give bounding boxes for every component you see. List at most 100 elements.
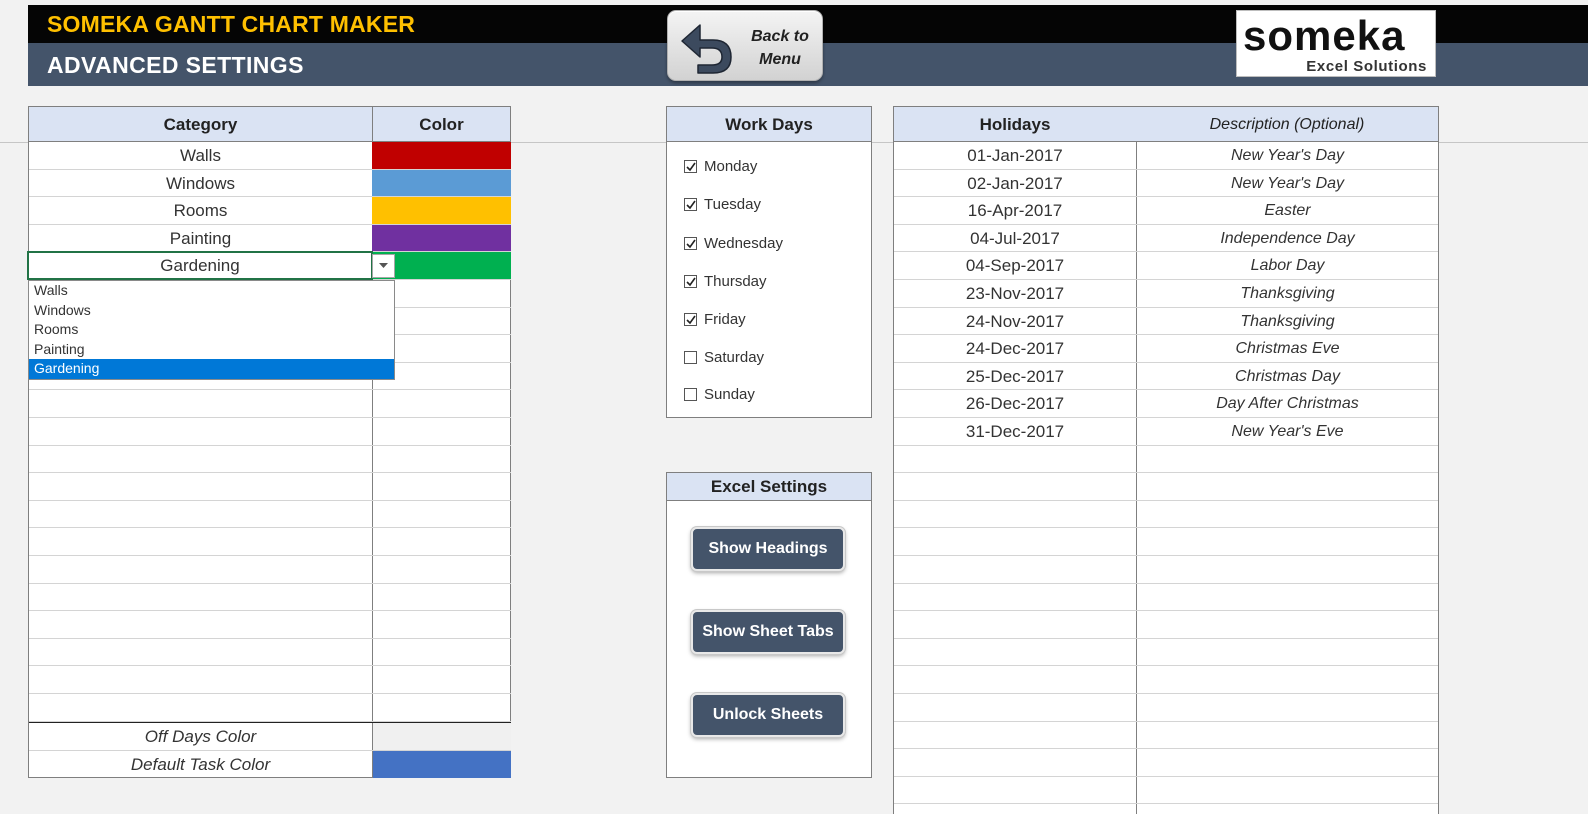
unlock-sheets-button[interactable]: Unlock Sheets (691, 693, 845, 737)
holiday-description-cell[interactable]: Thanksgiving (1137, 280, 1438, 307)
holiday-description-cell[interactable] (1137, 501, 1438, 528)
dropdown-option[interactable]: Windows (29, 301, 394, 321)
category-cell[interactable]: Painting (29, 225, 372, 252)
dropdown-option[interactable]: Gardening (29, 359, 394, 379)
category-cell[interactable] (29, 694, 372, 721)
category-cell[interactable]: Windows (29, 170, 372, 197)
color-cell[interactable] (372, 611, 511, 638)
holiday-date-cell[interactable]: 23-Nov-2017 (894, 280, 1136, 307)
category-cell[interactable] (29, 556, 372, 583)
holiday-description-cell[interactable] (1137, 446, 1438, 473)
holiday-description-cell[interactable] (1137, 804, 1438, 814)
category-cell[interactable]: Rooms (29, 197, 372, 224)
color-cell[interactable] (372, 446, 511, 473)
holiday-date-cell[interactable]: 31-Dec-2017 (894, 418, 1136, 445)
holiday-date-cell[interactable] (894, 694, 1136, 721)
holiday-date-cell[interactable]: 25-Dec-2017 (894, 363, 1136, 390)
dropdown-option[interactable]: Rooms (29, 320, 394, 340)
holiday-date-cell[interactable] (894, 584, 1136, 611)
holiday-date-cell[interactable]: 01-Jan-2017 (894, 142, 1136, 169)
holiday-date-cell[interactable] (894, 501, 1136, 528)
back-to-menu-button[interactable]: Back to Menu (667, 10, 823, 81)
holiday-description-cell[interactable]: Independence Day (1137, 225, 1438, 252)
holiday-description-cell[interactable]: New Year's Day (1137, 142, 1438, 169)
checkbox[interactable] (684, 237, 697, 250)
category-cell[interactable] (29, 528, 372, 555)
off-days-color-swatch[interactable] (372, 723, 511, 750)
color-cell[interactable] (372, 390, 511, 417)
holiday-description-cell[interactable] (1137, 473, 1438, 500)
category-cell[interactable] (29, 501, 372, 528)
holiday-description-cell[interactable] (1137, 777, 1438, 804)
color-cell[interactable] (372, 639, 511, 666)
checkbox[interactable] (684, 275, 697, 288)
someka-logo[interactable]: someka Excel Solutions (1236, 10, 1436, 77)
holiday-date-cell[interactable] (894, 722, 1136, 749)
holiday-date-cell[interactable]: 02-Jan-2017 (894, 170, 1136, 197)
holiday-date-cell[interactable] (894, 666, 1136, 693)
category-cell[interactable] (29, 473, 372, 500)
holiday-date-cell[interactable] (894, 749, 1136, 776)
holiday-description-cell[interactable] (1137, 584, 1438, 611)
holiday-date-cell[interactable]: 04-Jul-2017 (894, 225, 1136, 252)
holiday-date-cell[interactable] (894, 639, 1136, 666)
holiday-date-cell[interactable] (894, 804, 1136, 814)
dropdown-toggle[interactable] (372, 254, 395, 278)
holiday-date-cell[interactable] (894, 556, 1136, 583)
color-cell[interactable] (372, 197, 511, 224)
color-cell[interactable] (372, 142, 511, 169)
category-cell[interactable] (29, 446, 372, 473)
holiday-date-cell[interactable]: 24-Nov-2017 (894, 308, 1136, 335)
holiday-description-cell[interactable] (1137, 749, 1438, 776)
checkbox[interactable] (684, 351, 697, 364)
holiday-description-cell[interactable]: Christmas Eve (1137, 335, 1438, 362)
checkbox[interactable] (684, 313, 697, 326)
holiday-date-cell[interactable] (894, 777, 1136, 804)
category-cell[interactable] (29, 390, 372, 417)
category-cell[interactable] (29, 639, 372, 666)
checkbox[interactable] (684, 198, 697, 211)
holiday-date-cell[interactable]: 24-Dec-2017 (894, 335, 1136, 362)
default-task-color-swatch[interactable] (372, 750, 511, 778)
holiday-description-cell[interactable]: Christmas Day (1137, 363, 1438, 390)
holiday-description-cell[interactable]: Easter (1137, 197, 1438, 224)
category-cell[interactable] (29, 666, 372, 693)
holiday-description-cell[interactable] (1137, 694, 1438, 721)
checkbox[interactable] (684, 388, 697, 401)
color-cell[interactable] (372, 418, 511, 445)
show-sheet-tabs-button[interactable]: Show Sheet Tabs (691, 610, 845, 654)
dropdown-option[interactable]: Walls (29, 281, 394, 301)
holiday-description-cell[interactable] (1137, 722, 1438, 749)
holiday-description-cell[interactable] (1137, 639, 1438, 666)
holiday-date-cell[interactable] (894, 446, 1136, 473)
color-cell[interactable] (372, 528, 511, 555)
holiday-date-cell[interactable]: 26-Dec-2017 (894, 390, 1136, 417)
holiday-description-cell[interactable]: New Year's Day (1137, 170, 1438, 197)
holiday-date-cell[interactable]: 16-Apr-2017 (894, 197, 1136, 224)
color-cell[interactable] (372, 224, 511, 252)
show-headings-button[interactable]: Show Headings (691, 527, 845, 571)
holiday-description-cell[interactable] (1137, 556, 1438, 583)
holiday-description-cell[interactable]: Thanksgiving (1137, 308, 1438, 335)
category-dropdown-cell[interactable]: Gardening (27, 251, 373, 280)
holiday-description-cell[interactable]: Day After Christmas (1137, 390, 1438, 417)
holiday-description-cell[interactable] (1137, 611, 1438, 638)
category-cell[interactable] (29, 418, 372, 445)
category-cell[interactable] (29, 584, 372, 611)
holiday-date-cell[interactable] (894, 611, 1136, 638)
color-cell[interactable] (372, 501, 511, 528)
holiday-description-cell[interactable]: New Year's Eve (1137, 418, 1438, 445)
category-cell[interactable] (29, 611, 372, 638)
color-cell[interactable] (372, 473, 511, 500)
holiday-date-cell[interactable]: 04-Sep-2017 (894, 252, 1136, 279)
dropdown-option[interactable]: Painting (29, 340, 394, 360)
color-cell[interactable] (372, 556, 511, 583)
color-cell[interactable] (372, 169, 511, 197)
color-cell[interactable] (372, 694, 511, 721)
category-cell[interactable]: Walls (29, 142, 372, 169)
holiday-description-cell[interactable] (1137, 666, 1438, 693)
holiday-description-cell[interactable] (1137, 528, 1438, 555)
holiday-date-cell[interactable] (894, 473, 1136, 500)
color-cell[interactable] (372, 666, 511, 693)
checkbox[interactable] (684, 160, 697, 173)
